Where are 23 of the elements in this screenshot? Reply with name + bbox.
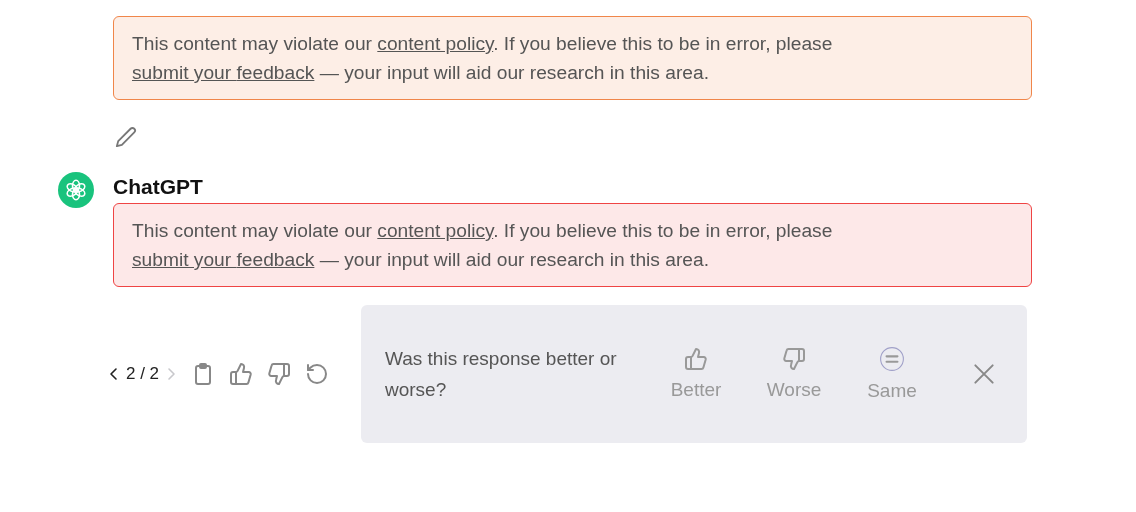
close-icon[interactable]: [971, 361, 997, 387]
thumbs-up-button[interactable]: [229, 362, 254, 386]
policy-link[interactable]: submit your: [132, 62, 237, 83]
thumbs-down-button[interactable]: [267, 362, 292, 386]
policy-link[interactable]: feedback: [236, 249, 315, 270]
author-name: ChatGPT: [113, 175, 204, 199]
policy-link[interactable]: feedback: [236, 62, 315, 83]
policy-link[interactable]: submit your: [132, 249, 237, 270]
policy-link[interactable]: content policy: [377, 220, 494, 241]
policy-link[interactable]: content policy: [377, 33, 494, 54]
assistant-avatar: [58, 172, 94, 208]
page-counter: 2 / 2: [126, 364, 160, 384]
previous-button[interactable]: [108, 367, 120, 381]
policy-notice: This content may violate our content policy. If you believe this to be in error, please submit your feedback — your input will aid our research in this area.: [113, 16, 1032, 100]
feedback-question: Was this response better or worse?: [385, 347, 618, 402]
thumbs-down-icon: [782, 347, 806, 371]
thumbs-up-icon: [684, 347, 708, 371]
thumbs-up-icon: [229, 362, 254, 386]
policy-notice: This content may violate our content policy. If you believe this to be in error, please submit your feedback — your input will aid our research in this area.: [113, 203, 1032, 287]
thumbs-down-icon: [267, 362, 292, 386]
equal-circle-icon: [879, 346, 905, 372]
regenerate-button[interactable]: [305, 362, 330, 386]
edit-button[interactable]: [115, 126, 137, 148]
